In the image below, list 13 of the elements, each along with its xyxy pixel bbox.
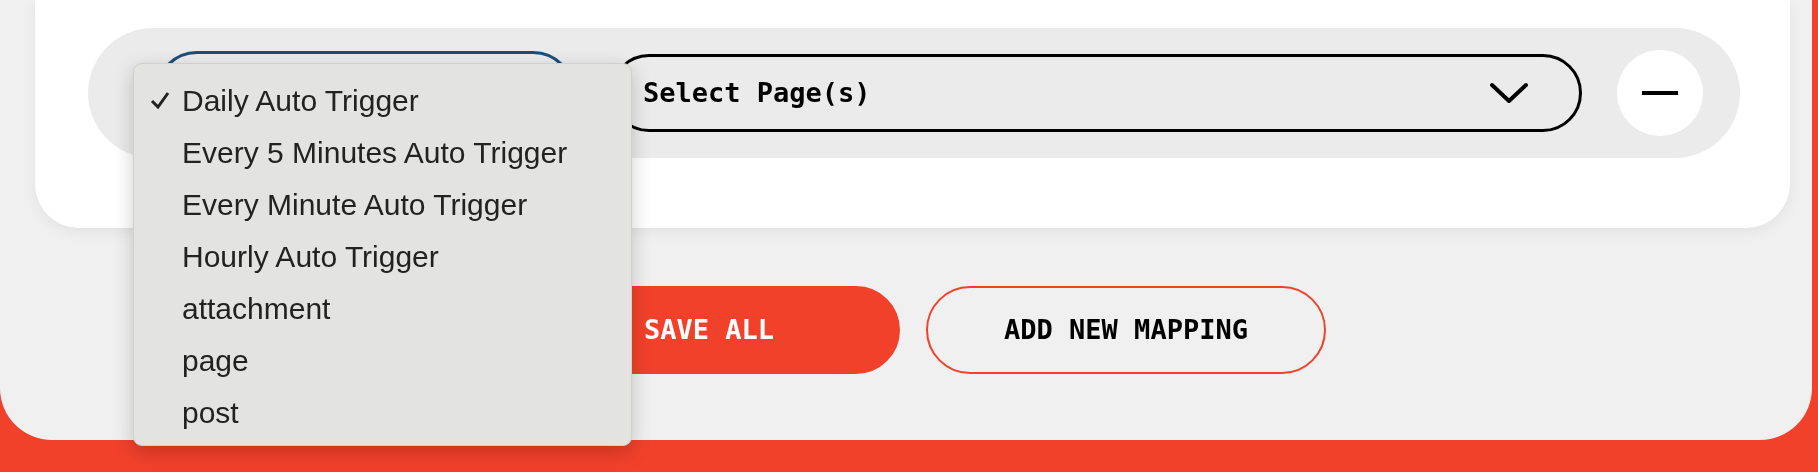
option-label: Every 5 Minutes Auto Trigger xyxy=(182,134,568,171)
option-label: post xyxy=(182,394,239,431)
option-label: Daily Auto Trigger xyxy=(182,82,419,119)
option-label: page xyxy=(182,342,249,379)
option-label: Hourly Auto Trigger xyxy=(182,238,439,275)
minus-icon xyxy=(1642,91,1678,95)
menu-item[interactable]: Hourly Auto Trigger xyxy=(134,230,631,282)
menu-item[interactable]: post xyxy=(134,386,631,438)
menu-item[interactable]: Every Minute Auto Trigger xyxy=(134,178,631,230)
chevron-down-icon xyxy=(1489,81,1529,105)
option-label: Every Minute Auto Trigger xyxy=(182,186,528,223)
option-label: attachment xyxy=(182,290,331,327)
add-mapping-button[interactable]: ADD NEW MAPPING xyxy=(926,286,1326,374)
